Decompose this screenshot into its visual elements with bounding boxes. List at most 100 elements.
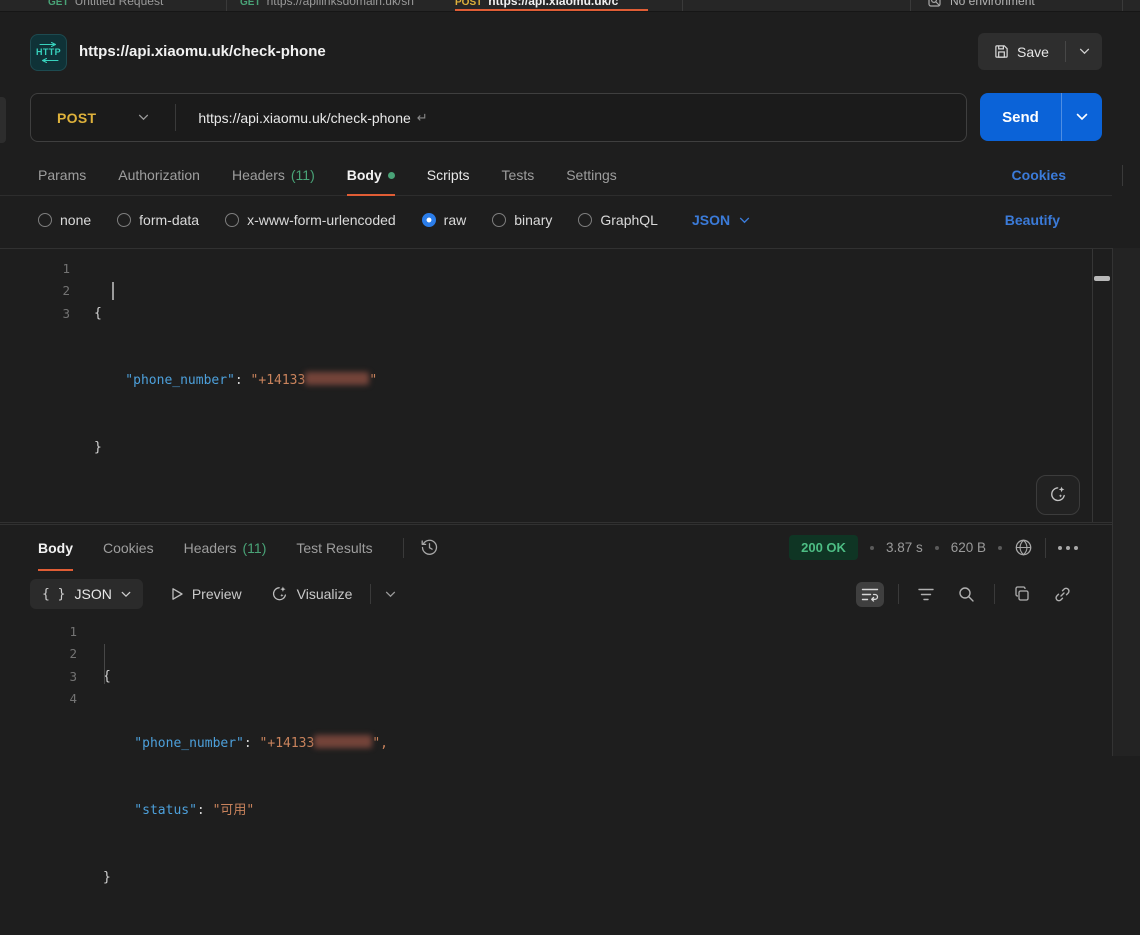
tab-tests[interactable]: Tests bbox=[502, 155, 535, 195]
beautify-link[interactable]: Beautify bbox=[1005, 212, 1060, 228]
request-body-editor[interactable]: 1 2 3 { "phone_number": "+14133" } bbox=[0, 248, 1112, 523]
wrap-text-button[interactable] bbox=[856, 582, 884, 607]
http-badge-label: HTTP bbox=[36, 48, 61, 57]
sparkle-wand-icon bbox=[1048, 485, 1068, 505]
radio-label: form-data bbox=[139, 212, 199, 228]
method-selector-value[interactable]: POST bbox=[57, 110, 96, 126]
response-meta: 200 OK 3.87 s 620 B bbox=[789, 535, 1078, 560]
link-button[interactable] bbox=[1049, 581, 1076, 608]
wrap-text-icon bbox=[861, 587, 879, 602]
environment-selector[interactable]: No environment bbox=[928, 0, 1035, 12]
search-button[interactable] bbox=[953, 581, 980, 608]
language-dropdown[interactable]: JSON bbox=[692, 212, 750, 228]
chevron-down-icon bbox=[1079, 48, 1090, 55]
method-selector-button[interactable] bbox=[138, 114, 149, 121]
response-size[interactable]: 620 B bbox=[951, 540, 986, 555]
body-has-content-dot bbox=[388, 172, 395, 179]
method-label-post: POST bbox=[455, 0, 482, 8]
visualize-button[interactable]: Visualize bbox=[270, 585, 353, 604]
headers-count: (11) bbox=[291, 167, 315, 183]
environment-search-icon bbox=[928, 0, 943, 9]
method-label-get: GET bbox=[240, 0, 261, 8]
tab-label: Scripts bbox=[427, 167, 470, 183]
tab-authorization[interactable]: Authorization bbox=[118, 155, 200, 195]
code-line: { bbox=[103, 666, 388, 688]
postbot-magic-button[interactable] bbox=[1036, 475, 1080, 515]
status-badge[interactable]: 200 OK bbox=[789, 535, 858, 560]
response-format-dropdown[interactable]: { } JSON bbox=[30, 579, 143, 609]
cookies-link[interactable]: Cookies bbox=[1012, 155, 1066, 195]
radio-label: x-www-form-urlencoded bbox=[247, 212, 396, 228]
divider bbox=[898, 584, 899, 604]
sidebar-collapsed-handle[interactable] bbox=[0, 97, 6, 143]
save-label: Save bbox=[1017, 44, 1049, 60]
radio-x-www-form-urlencoded[interactable]: x-www-form-urlencoded bbox=[225, 212, 396, 228]
tab-label: Body bbox=[38, 540, 73, 556]
request-url-bar: POST https://api.xiaomu.uk/check-phone ↵ bbox=[30, 93, 967, 142]
request-tab-apilinks[interactable]: GET https://apilinksdomain.uk/sh bbox=[240, 0, 414, 12]
tab-params[interactable]: Params bbox=[38, 155, 86, 195]
dot-separator bbox=[935, 546, 939, 550]
radio-none[interactable]: none bbox=[38, 212, 91, 228]
request-tab-untitled[interactable]: GETUntitled Request bbox=[48, 0, 163, 12]
filter-button[interactable] bbox=[913, 583, 939, 606]
text-cursor bbox=[112, 282, 114, 300]
radio-graphql[interactable]: GraphQL bbox=[578, 212, 658, 228]
view-options-chevron[interactable] bbox=[385, 591, 396, 598]
radio-icon bbox=[578, 213, 592, 227]
tab-body[interactable]: Body bbox=[347, 155, 395, 195]
response-history-icon[interactable] bbox=[420, 538, 439, 557]
save-options-button[interactable] bbox=[1066, 48, 1102, 55]
radio-icon bbox=[38, 213, 52, 227]
tab-scripts[interactable]: Scripts bbox=[427, 155, 470, 195]
tab-label: Untitled Request bbox=[75, 0, 164, 8]
editor-scrollbar-thumb[interactable] bbox=[1094, 276, 1110, 281]
response-tool-icons bbox=[856, 581, 1076, 608]
tabs-right-divider bbox=[1122, 165, 1123, 186]
send-button[interactable]: Send bbox=[980, 109, 1061, 126]
response-body-viewer[interactable]: 1 2 3 4 { "phone_number": "+14133", "sta… bbox=[0, 616, 1112, 756]
code-line: "phone_number": "+14133" bbox=[94, 370, 377, 392]
redacted-phone-digits bbox=[314, 735, 372, 748]
radio-label: binary bbox=[514, 212, 552, 228]
response-tab-test-results[interactable]: Test Results bbox=[296, 525, 372, 570]
line-number-gutter: 1 2 3 4 bbox=[47, 621, 77, 711]
response-tab-headers[interactable]: Headers (11) bbox=[184, 525, 267, 570]
divider bbox=[994, 584, 995, 604]
radio-form-data[interactable]: form-data bbox=[117, 212, 199, 228]
radio-icon bbox=[225, 213, 239, 227]
tab-headers[interactable]: Headers(11) bbox=[232, 155, 315, 195]
tab-label: Headers bbox=[184, 540, 237, 556]
copy-button[interactable] bbox=[1009, 581, 1035, 607]
code-line: { bbox=[94, 303, 377, 325]
filter-icon bbox=[918, 588, 934, 601]
arrow-left-icon bbox=[39, 58, 59, 63]
headers-count: (11) bbox=[243, 540, 267, 556]
search-icon bbox=[958, 586, 975, 603]
braces-icon: { } bbox=[42, 587, 65, 602]
save-button[interactable]: Save bbox=[978, 44, 1065, 60]
radio-selected-icon bbox=[422, 213, 436, 227]
send-split-button: Send bbox=[980, 93, 1102, 141]
code-line: "phone_number": "+14133", bbox=[103, 733, 388, 755]
response-tab-body[interactable]: Body bbox=[38, 525, 73, 570]
editor-scrollbar-track[interactable] bbox=[1092, 249, 1112, 522]
language-value: JSON bbox=[692, 212, 730, 228]
url-input[interactable]: https://api.xiaomu.uk/check-phone bbox=[198, 110, 410, 126]
response-body-code: { "phone_number": "+14133", "status": "可… bbox=[103, 621, 388, 935]
chevron-down-icon bbox=[1076, 113, 1088, 121]
tab-settings[interactable]: Settings bbox=[566, 155, 617, 195]
tab-label: https://apilinksdomain.uk/sh bbox=[267, 0, 414, 8]
code-line: "status": "可用" bbox=[103, 800, 388, 822]
more-options-icon[interactable] bbox=[1058, 546, 1078, 550]
radio-binary[interactable]: binary bbox=[492, 212, 552, 228]
preview-button[interactable]: Preview bbox=[171, 586, 242, 602]
preview-label: Preview bbox=[192, 586, 242, 602]
send-options-button[interactable] bbox=[1062, 113, 1102, 121]
tab-label: Test Results bbox=[296, 540, 372, 556]
radio-raw[interactable]: raw bbox=[422, 212, 467, 228]
network-globe-icon[interactable] bbox=[1014, 538, 1033, 557]
response-time[interactable]: 3.87 s bbox=[886, 540, 923, 555]
response-tab-cookies[interactable]: Cookies bbox=[103, 525, 154, 570]
save-icon bbox=[994, 44, 1009, 59]
